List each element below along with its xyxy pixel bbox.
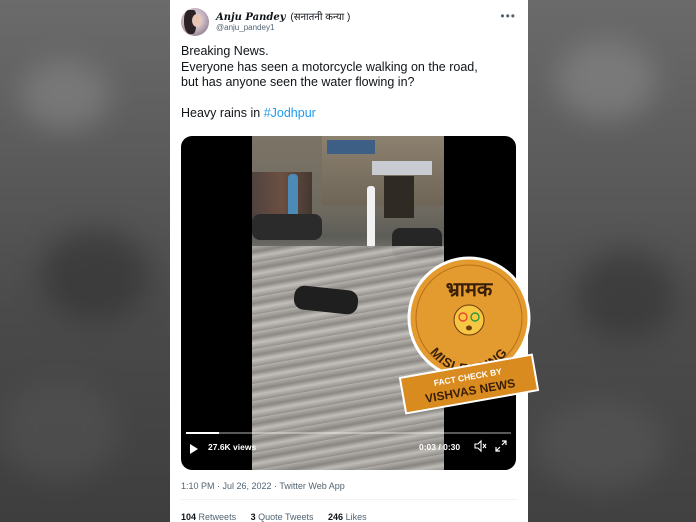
- volume-icon[interactable]: [473, 439, 487, 453]
- retweets-count: 104: [181, 512, 197, 522]
- video-views: 27.6K views: [208, 442, 257, 452]
- blurred-background-right: [526, 0, 696, 522]
- tweet-timestamp[interactable]: 1:10 PM · Jul 26, 2022 · Twitter Web App: [181, 481, 345, 491]
- video-controls: 27.6K views 0:03 / 0:30: [181, 426, 516, 470]
- divider: [181, 499, 517, 500]
- author-name-row[interactable]: Anju Pandey (सनातनी कन्या ): [216, 9, 350, 23]
- retweets-label: Retweets: [198, 512, 237, 522]
- likes-count: 246: [328, 512, 344, 522]
- tweet-text-line: Heavy rains in #Jodhpur: [181, 106, 521, 122]
- tweet-text-line: but has anyone seen the water flowing in…: [181, 75, 415, 89]
- avatar[interactable]: [181, 8, 209, 36]
- tweet-text-line: Everyone has seen a motorcycle walking o…: [181, 59, 478, 74]
- play-icon[interactable]: [190, 444, 198, 454]
- tweet-text-prefix: Heavy rains in: [181, 105, 264, 120]
- engagement-stats: 104 Retweets 3 Quote Tweets 246 Likes: [181, 512, 379, 522]
- blurred-background-left: [0, 0, 170, 522]
- tweet-text: Breaking News. Everyone has seen a motor…: [181, 44, 521, 121]
- display-name[interactable]: Anju Pandey: [216, 12, 286, 23]
- likes-stat[interactable]: 246 Likes: [328, 512, 367, 522]
- misleading-fact-check-stamp: भ्रामक MISLEADING FACT CHECK BY VISHVAS …: [398, 256, 540, 415]
- hashtag-link[interactable]: #Jodhpur: [264, 106, 316, 120]
- fullscreen-icon[interactable]: [494, 439, 508, 453]
- retweets-stat[interactable]: 104 Retweets: [181, 512, 236, 522]
- video-progress-bar[interactable]: [186, 432, 511, 434]
- stamp-hindi-label: भ्रामक: [446, 277, 494, 301]
- quote-tweets-stat[interactable]: 3 Quote Tweets: [251, 512, 314, 522]
- likes-label: Likes: [345, 512, 367, 522]
- video-progress-fill: [186, 432, 219, 434]
- tweet-text-line: Breaking News.: [181, 44, 269, 58]
- display-name-suffix[interactable]: (सनातनी कन्या ): [290, 12, 350, 23]
- quote-tweets-label: Quote Tweets: [258, 512, 314, 522]
- more-icon[interactable]: •••: [500, 9, 516, 23]
- quote-tweets-count: 3: [250, 512, 256, 522]
- dizzy-face-icon: [453, 304, 485, 336]
- user-handle[interactable]: @anju_pandey1: [216, 23, 274, 32]
- video-time: 0:03 / 0:30: [419, 442, 461, 452]
